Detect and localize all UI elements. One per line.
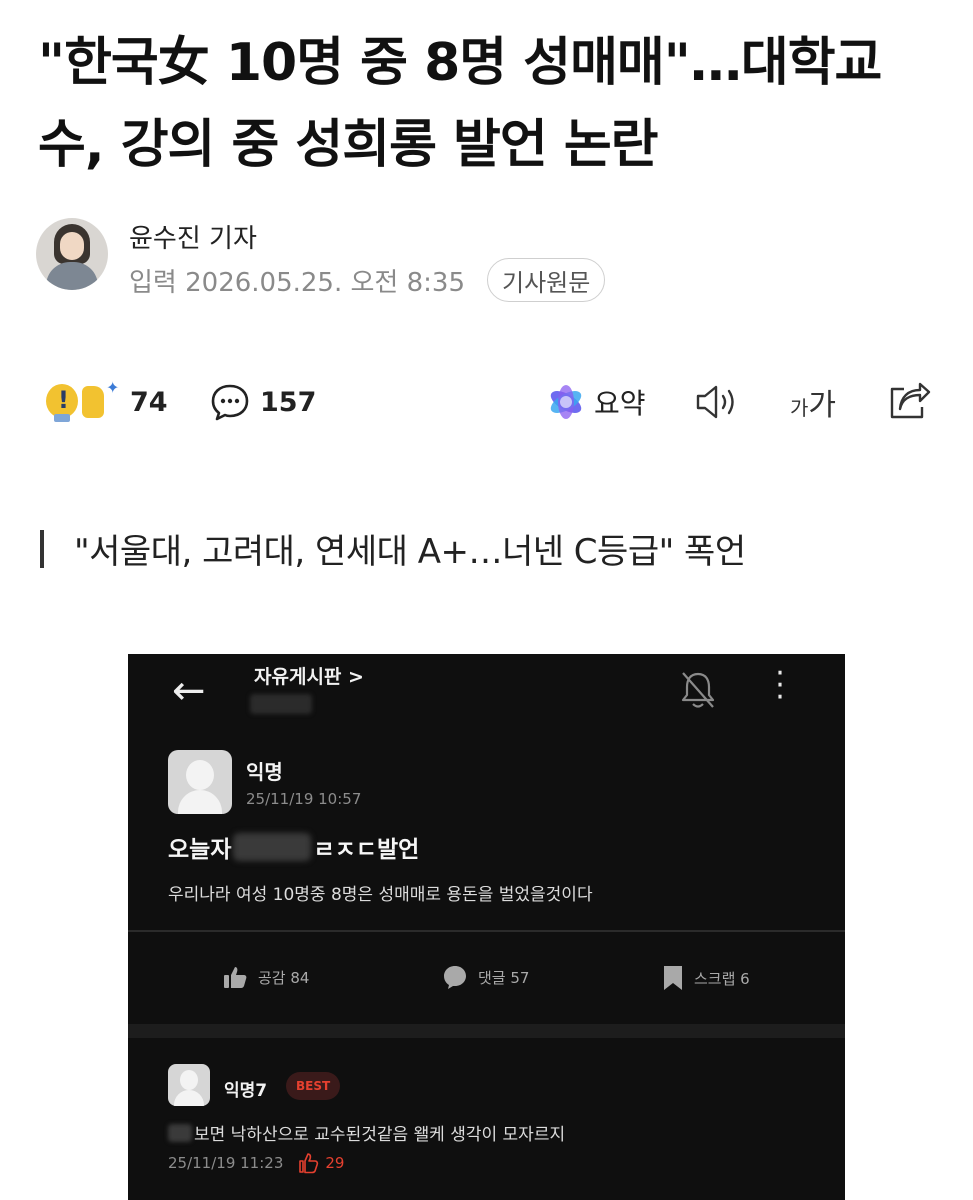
embedded-screenshot: ← 자유게시판 > · · · 익명 25/11/19 10:57 오늘자 ㄹㅈㄷ발… xyxy=(128,654,845,1200)
like-stat[interactable]: 공감 84 xyxy=(222,964,309,990)
thumbs-up-icon xyxy=(224,967,247,988)
blurred-comment-part xyxy=(168,1123,192,1142)
read-aloud-button[interactable] xyxy=(694,376,742,428)
comment-bubble-icon xyxy=(211,384,249,421)
blurred-board-subtitle xyxy=(250,694,312,714)
board-name[interactable]: 자유게시판 > xyxy=(254,662,364,689)
summary-button[interactable]: 요약 xyxy=(546,376,646,428)
comment-stat[interactable]: 댓글 57 xyxy=(442,964,529,990)
reaction-button[interactable]: ! ✦ 74 xyxy=(40,376,168,428)
original-article-button[interactable]: 기사원문 xyxy=(487,258,606,302)
back-arrow-icon[interactable]: ← xyxy=(172,668,206,714)
comment-author-avatar xyxy=(168,1064,210,1106)
comment-meta: 25/11/19 11:23 29 xyxy=(168,1152,344,1174)
scrap-stat[interactable]: 스크랩 6 xyxy=(662,964,750,992)
font-size-icon: 가가 xyxy=(790,388,837,423)
article-subheading: "서울대, 고려대, 연세대 A+…너넨 C등급" 폭언 xyxy=(40,524,746,573)
reporter-name[interactable]: 윤수진 기자 xyxy=(129,218,257,255)
post-body: 우리나라 여성 10명중 8명은 성매매로 용돈을 벌었을것이다 xyxy=(168,885,593,905)
blurred-title-part xyxy=(233,833,312,861)
subheading-text: "서울대, 고려대, 연세대 A+…너넨 C등급" 폭언 xyxy=(74,532,746,572)
byline: 윤수진 기자 입력 2026.05.25. 오전 8:35 기사원문 xyxy=(36,218,736,302)
publish-meta: 입력 2026.05.25. 오전 8:35 기사원문 xyxy=(129,258,606,302)
article-headline: "한국女 10명 중 8명 성매매"…대학교수, 강의 중 성희롱 발언 논란 xyxy=(38,33,882,175)
summary-label: 요약 xyxy=(594,387,646,420)
reaction-count: 74 xyxy=(130,386,168,418)
ai-summary-icon xyxy=(550,385,582,419)
article-action-bar: ! ✦ 74 157 요약 가가 xyxy=(40,376,940,428)
post-title: 오늘자 ㄹㅈㄷ발언 xyxy=(168,830,419,864)
best-badge: BEST xyxy=(286,1072,341,1100)
post-author: 익명 xyxy=(246,760,283,784)
font-size-button[interactable]: 가가 xyxy=(790,376,836,428)
comment-author: 익명7 xyxy=(224,1081,268,1101)
divider xyxy=(128,930,845,932)
thumbs-up-outline-icon[interactable] xyxy=(297,1152,319,1174)
section-divider xyxy=(128,1024,845,1038)
share-icon xyxy=(890,382,931,419)
subheading-bar xyxy=(40,529,44,568)
speech-bubble-icon xyxy=(444,966,466,989)
publish-date: 입력 2026.05.25. 오전 8:35 xyxy=(129,267,465,298)
comment-count: 157 xyxy=(260,386,317,418)
share-button[interactable] xyxy=(886,376,932,428)
more-options-icon[interactable]: · · · xyxy=(770,659,790,713)
comment-time: 25/11/19 11:23 xyxy=(168,1154,284,1172)
comments-button[interactable]: 157 xyxy=(210,376,316,428)
reporter-avatar[interactable] xyxy=(36,218,108,290)
post-time: 25/11/19 10:57 xyxy=(246,790,362,808)
bookmark-icon xyxy=(664,966,682,990)
bell-off-icon[interactable] xyxy=(676,668,720,712)
reaction-emoji-icon: ! ✦ xyxy=(40,376,120,428)
comment-like-count: 29 xyxy=(325,1154,345,1172)
speaker-icon xyxy=(696,385,734,419)
post-author-avatar xyxy=(168,750,232,814)
comment-body: 보면 낙하산으로 교수된것같음 왤케 생각이 모자르지 xyxy=(168,1120,565,1145)
